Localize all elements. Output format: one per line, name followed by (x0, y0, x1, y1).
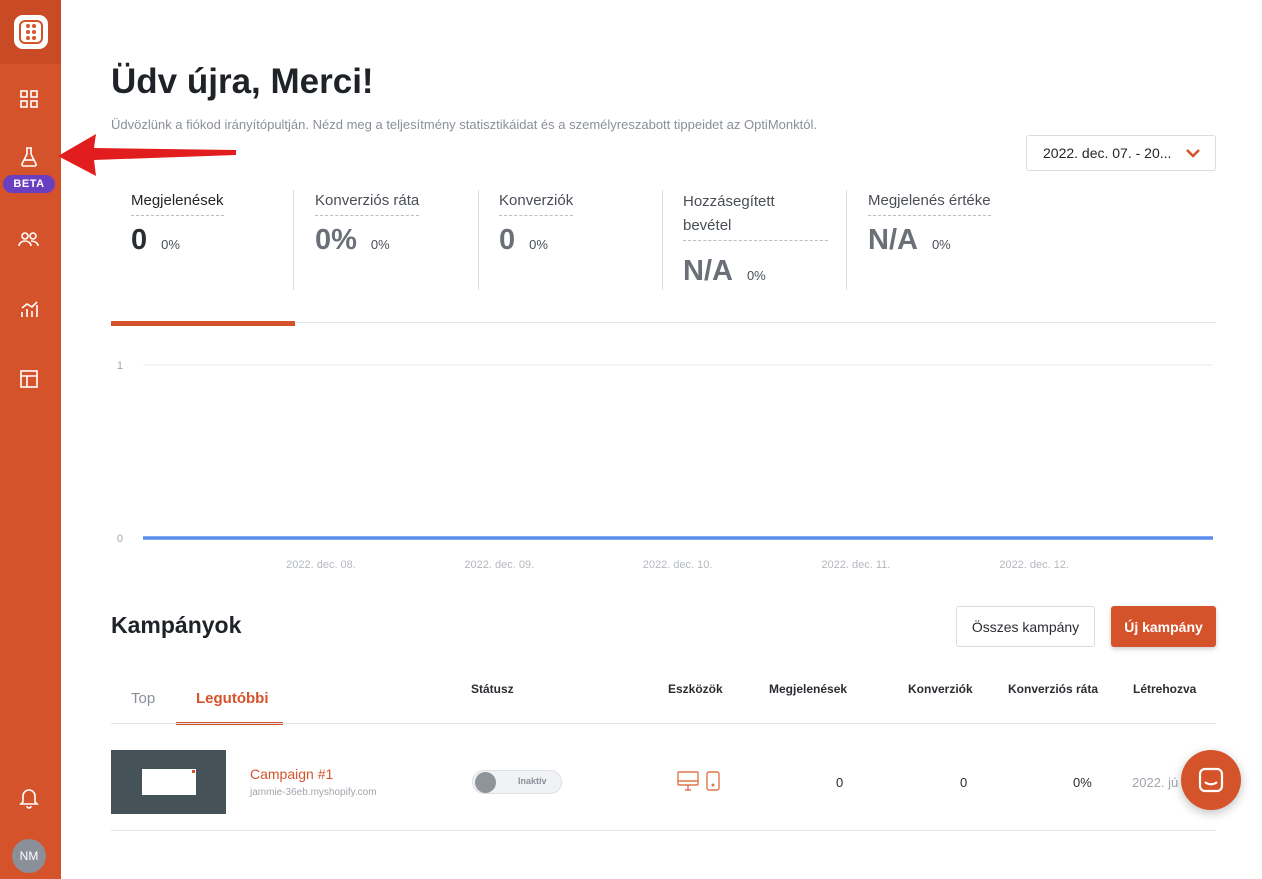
date-range-value: 2022. dec. 07. - 20... (1043, 145, 1172, 161)
stat-divider (662, 190, 663, 290)
stat-label: Megjelenések (131, 190, 224, 216)
stat-conversions[interactable]: Konverziók 0 0% (499, 190, 574, 290)
campaign-domain: jammie-36eb.myshopify.com (250, 787, 377, 798)
x-tick-label: 2022. dec. 12. (999, 559, 1069, 571)
sidebar: BETA NM (0, 0, 61, 879)
desktop-icon (677, 771, 699, 791)
stat-label: Megjelenés értéke (868, 190, 991, 216)
y-tick-label: 0 (117, 533, 123, 545)
stat-divider (293, 190, 294, 290)
stat-change: 0% (161, 237, 180, 252)
analytics-chart-icon[interactable] (17, 297, 41, 321)
stat-value: 0 (499, 224, 516, 256)
chat-icon (1198, 767, 1224, 793)
page-title: Üdv újra, Merci! (111, 62, 374, 101)
stats-line-chart: 1 0 2022. dec. 08. 2022. dec. 09. 2022. dec.… (117, 360, 1213, 571)
stat-impressions[interactable]: Megjelenések 0 0% (131, 190, 224, 290)
cell-conversion-rate: 0% (1073, 775, 1092, 790)
notification-bell-icon[interactable] (17, 786, 41, 810)
column-header-impressions[interactable]: Megjelenések (769, 682, 847, 696)
x-tick-label: 2022. dec. 11. (821, 559, 890, 571)
stat-label: Konverziós ráta (315, 190, 420, 216)
column-header-created[interactable]: Létrehozva (1133, 682, 1196, 696)
column-header-devices[interactable]: Eszközök (668, 682, 723, 696)
campaigns-title: Kampányok (111, 612, 242, 638)
all-campaigns-button[interactable]: Összes kampány (956, 606, 1095, 647)
user-avatar[interactable]: NM (12, 839, 46, 873)
stat-divider (478, 190, 479, 290)
table-row-divider (111, 830, 1216, 831)
annotation-arrow-icon (58, 134, 236, 176)
status-toggle[interactable]: Inaktív (472, 770, 562, 794)
stat-assisted-revenue[interactable]: Hozzásegített bevétel N/A 0% (683, 190, 828, 290)
column-header-status[interactable]: Státusz (471, 682, 514, 696)
stat-change: 0% (370, 237, 390, 252)
y-tick-label: 1 (117, 360, 123, 372)
tab-latest[interactable]: Legutóbbi (196, 690, 268, 707)
stat-value: 0% (315, 224, 357, 256)
page-subtitle: Üdvözlünk a fiókod irányítópultján. Nézd… (111, 117, 817, 132)
stat-change: 0% (746, 268, 766, 283)
table-header-divider (111, 723, 1216, 724)
x-tick-label: 2022. dec. 09. (464, 559, 534, 571)
stat-label: Konverziók (499, 190, 574, 216)
campaign-thumbnail[interactable] (111, 750, 226, 814)
column-header-conversion-rate[interactable]: Konverziós ráta (1008, 682, 1098, 696)
stat-value: 0 (131, 224, 148, 256)
stat-label-line1: Hozzásegített (683, 193, 775, 210)
column-header-conversions[interactable]: Konverziók (908, 682, 973, 696)
layout-templates-icon[interactable] (17, 367, 41, 391)
x-tick-label: 2022. dec. 08. (286, 559, 356, 571)
stat-impression-value[interactable]: Megjelenés értéke N/A 0% (868, 190, 991, 290)
optimonk-logo-icon (13, 15, 48, 49)
cell-conversions: 0 (960, 775, 968, 790)
chat-launcher-button[interactable] (1181, 750, 1241, 810)
cell-impressions: 0 (836, 775, 844, 790)
toggle-knob (475, 772, 496, 793)
stats-tab-active-indicator (111, 321, 295, 326)
stat-value: N/A (683, 255, 733, 287)
stat-label-line2: bevétel (683, 217, 732, 234)
stat-divider (846, 190, 847, 290)
flask-icon[interactable] (17, 145, 41, 169)
new-campaign-button[interactable]: Új kampány (1111, 606, 1216, 647)
tab-top[interactable]: Top (131, 690, 155, 707)
dashboard-icon[interactable] (17, 87, 41, 111)
cell-created: 2022. jú (1132, 775, 1179, 790)
stat-conversion-rate[interactable]: Konverziós ráta 0% 0% (315, 190, 420, 290)
date-range-picker[interactable]: 2022. dec. 07. - 20... (1026, 135, 1216, 171)
status-label: Inaktív (518, 776, 547, 786)
stat-change: 0% (931, 237, 951, 252)
beta-badge: BETA (3, 175, 55, 193)
stats-row: Megjelenések 0 0% Konverziós ráta 0% 0% Ko… (111, 190, 1216, 290)
users-icon[interactable] (17, 227, 41, 251)
chevron-down-icon (1186, 149, 1200, 158)
logo[interactable] (0, 0, 61, 64)
x-tick-label: 2022. dec. 10. (643, 559, 713, 571)
mobile-icon (706, 771, 720, 791)
stat-value: N/A (868, 224, 918, 256)
stat-change: 0% (529, 237, 548, 252)
campaign-name-link[interactable]: Campaign #1 (250, 766, 333, 782)
